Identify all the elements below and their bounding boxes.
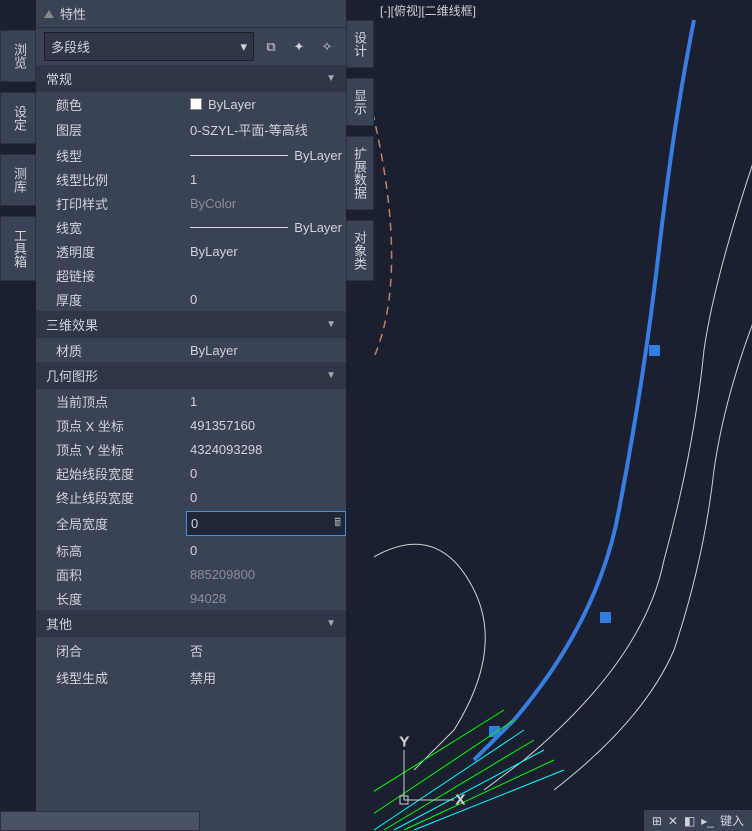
object-type-value: 多段线 (51, 37, 90, 56)
area-label: 面积 (56, 565, 186, 584)
layer-label: 图层 (56, 120, 186, 139)
lineweight-value[interactable]: ByLayer (186, 218, 346, 237)
command-line-input[interactable] (0, 811, 200, 831)
closed-label: 闭合 (56, 641, 186, 660)
chevron-down-icon: ▾ (240, 39, 247, 55)
right-tab-objclass[interactable]: 对象类 (346, 220, 374, 281)
chevron-down-icon: ▼ (326, 370, 336, 381)
length-value: 94028 (186, 589, 346, 608)
ltgen-label: 线型生成 (56, 668, 186, 687)
elevation-value[interactable]: 0 (186, 541, 346, 560)
chevron-down-icon: ▼ (326, 319, 336, 330)
svg-text:X: X (456, 792, 465, 807)
quick-select-icon[interactable]: ✦ (288, 37, 310, 57)
color-swatch-icon (190, 98, 202, 110)
thin-curve-1 (484, 160, 752, 790)
grip-handle[interactable] (649, 345, 660, 356)
status-bar: ⊞ ✕ ◧ ▸_ 键入 (644, 810, 752, 831)
globalwidth-input[interactable]: 0 🖩 (186, 511, 346, 536)
layer-value[interactable]: 0-SZYL-平面-等高线 (186, 118, 346, 141)
panel-title-bar: 特性 (36, 0, 346, 28)
grip-handle[interactable] (600, 612, 611, 623)
selected-polyline[interactable] (474, 20, 694, 760)
startwidth-label: 起始线段宽度 (56, 464, 186, 483)
color-label: 颜色 (56, 95, 186, 114)
status-maximize-icon[interactable]: ⊞ (652, 814, 662, 828)
left-tab-settings[interactable]: 设定 (0, 92, 36, 144)
thickness-value[interactable]: 0 (186, 290, 346, 309)
line-sample-icon (190, 155, 288, 156)
left-tab-browse[interactable]: 浏览 (0, 30, 36, 82)
left-tab-library[interactable]: 测库 (0, 154, 36, 206)
plotstyle-value: ByColor (186, 194, 346, 213)
object-type-select[interactable]: 多段线 ▾ (44, 32, 254, 61)
thickness-label: 厚度 (56, 290, 186, 309)
vertexx-value[interactable]: 491357160 (186, 416, 346, 435)
section-general[interactable]: 常规▼ (36, 65, 346, 92)
vertexy-value[interactable]: 4324093298 (186, 440, 346, 459)
ltscale-label: 线型比例 (56, 170, 186, 189)
currentvertex-value[interactable]: 1 (186, 392, 346, 411)
status-gizmo-icon[interactable]: ◧ (684, 814, 695, 828)
vertexx-label: 顶点 X 坐标 (56, 416, 186, 435)
material-label: 材质 (56, 341, 186, 360)
dashed-contour-line (374, 0, 392, 420)
line-sample-icon (190, 227, 288, 228)
status-arrow-icon[interactable]: ▸_ (701, 814, 714, 828)
endwidth-value[interactable]: 0 (186, 488, 346, 507)
status-close-icon[interactable]: ✕ (668, 814, 678, 828)
transparency-value[interactable]: ByLayer (186, 242, 346, 261)
ltgen-value[interactable]: 禁用 (186, 666, 346, 689)
section-geometry[interactable]: 几何图形▼ (36, 362, 346, 389)
elevation-label: 标高 (56, 541, 186, 560)
transparency-label: 透明度 (56, 242, 186, 261)
properties-panel: 特性 多段线 ▾ ⧉ ✦ ✧ 常规▼ 颜色ByLayer 图层0-SZYL-平面… (36, 0, 346, 831)
panel-triangle-icon (44, 10, 54, 18)
currentvertex-label: 当前顶点 (56, 392, 186, 411)
lineweight-label: 线宽 (56, 218, 186, 237)
hyperlink-value[interactable] (186, 273, 346, 277)
right-tab-extdata[interactable]: 扩展数据 (346, 136, 374, 210)
quick-calc-icon[interactable]: ✧ (316, 37, 338, 57)
calculator-icon[interactable]: 🖩 (334, 514, 341, 533)
linetype-value[interactable]: ByLayer (186, 146, 346, 165)
panel-title-text: 特性 (60, 4, 86, 23)
left-tab-toolbox[interactable]: 工具箱 (0, 216, 36, 281)
length-label: 长度 (56, 589, 186, 608)
chevron-down-icon: ▼ (326, 618, 336, 629)
drawing-svg: X Y (374, 0, 752, 831)
closed-value[interactable]: 否 (186, 639, 346, 662)
startwidth-value[interactable]: 0 (186, 464, 346, 483)
command-hint[interactable]: 键入 (720, 812, 744, 829)
material-value[interactable]: ByLayer (186, 341, 346, 360)
hyperlink-label: 超链接 (56, 266, 186, 285)
thin-curve-2 (554, 320, 752, 790)
svg-text:Y: Y (400, 734, 409, 749)
vertexy-label: 顶点 Y 坐标 (56, 440, 186, 459)
right-tab-display[interactable]: 显示 (346, 78, 374, 126)
ltscale-value[interactable]: 1 (186, 170, 346, 189)
section-3d[interactable]: 三维效果▼ (36, 311, 346, 338)
drawing-canvas[interactable]: [-][俯视][二维线框] X Y (374, 0, 752, 831)
color-value[interactable]: ByLayer (186, 95, 346, 114)
hatch-area (374, 710, 564, 830)
thin-curve-3 (374, 544, 485, 770)
chevron-down-icon: ▼ (326, 73, 336, 84)
globalwidth-label: 全局宽度 (56, 514, 186, 533)
toggle-pim-icon[interactable]: ⧉ (260, 37, 282, 57)
linetype-label: 线型 (56, 146, 186, 165)
right-tab-design[interactable]: 设计 (346, 20, 374, 68)
area-value: 885209800 (186, 565, 346, 584)
endwidth-label: 终止线段宽度 (56, 488, 186, 507)
ucs-icon: X Y (400, 734, 465, 807)
section-other[interactable]: 其他▼ (36, 610, 346, 637)
plotstyle-label: 打印样式 (56, 194, 186, 213)
